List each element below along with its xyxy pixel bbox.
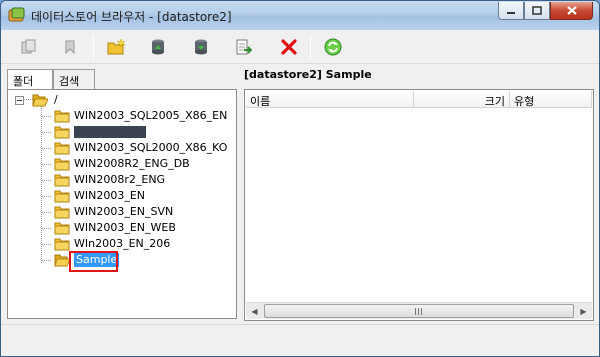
minimize-button[interactable]: [498, 2, 524, 20]
scroll-thumb[interactable]: [264, 304, 574, 318]
tree-root[interactable]: /: [8, 92, 208, 108]
delete-button[interactable]: [277, 35, 301, 59]
tree-item[interactable]: WIN2003_SQL2005_X86_EN: [8, 108, 230, 124]
file-list: 이름 크기 유형 ◀ ▶: [244, 89, 594, 321]
path-title: [datastore2] Sample: [244, 68, 372, 81]
close-button[interactable]: [550, 2, 593, 20]
tree-item[interactable]: WIN2003_EN_WEB: [8, 220, 230, 236]
column-size-label: 크기: [484, 95, 505, 108]
folder-icon: [54, 222, 70, 235]
new-folder-button[interactable]: [105, 35, 129, 59]
register-icon: [236, 39, 252, 55]
tab-search-label: 검색: [59, 75, 80, 88]
window-title: 데이터스토어 브라우저 - [datastore2]: [31, 10, 232, 24]
horizontal-scrollbar[interactable]: ◀ ▶: [246, 302, 592, 319]
upload-icon: [152, 39, 164, 55]
folder-icon: [54, 174, 70, 187]
title-bar[interactable]: 데이터스토어 브라우저 - [datastore2]: [1, 1, 599, 30]
tree-item-label: WIN2003_SQL2005_X86_EN: [74, 109, 228, 122]
tree-item[interactable]: [8, 124, 230, 140]
tree-item[interactable]: WIN2003_SQL2000_X86_KO: [8, 140, 230, 156]
download-button[interactable]: [189, 35, 213, 59]
toolbar: [1, 30, 599, 64]
tab-search[interactable]: 검색: [53, 69, 95, 89]
folder-tree: / WIN2003_SQL2005_X86_EN WIN2003_SQL2000_…: [7, 89, 237, 319]
folder-icon: [54, 110, 70, 123]
annotation-highlight: [69, 251, 118, 272]
redacted-label: [74, 126, 146, 138]
new-folder-icon: [107, 38, 126, 55]
register-button[interactable]: [231, 35, 255, 59]
scroll-left-icon[interactable]: ◀: [246, 303, 263, 319]
minimize-icon: [507, 11, 515, 14]
tree-root-label: /: [54, 93, 58, 106]
tree-item-label: WIN2003_EN_SVN: [74, 205, 174, 218]
folder-icon: [54, 206, 70, 219]
folder-icon: [54, 238, 70, 251]
back-icon: [65, 40, 75, 55]
app-icon: [8, 7, 25, 22]
folder-icon: [54, 190, 70, 203]
column-size[interactable]: 크기: [414, 91, 510, 108]
column-name[interactable]: 이름: [246, 91, 414, 108]
status-bar: [1, 324, 599, 356]
back-button[interactable]: [59, 35, 83, 59]
datastore-browser-window: 데이터스토어 브라우저 - [datastore2] 폴더 검색 / WIN20…: [0, 0, 600, 357]
column-type[interactable]: 유형: [510, 91, 592, 108]
tab-folder[interactable]: 폴더: [7, 69, 53, 91]
maximize-button[interactable]: [524, 2, 550, 20]
tree-item-label: WIN2003_SQL2000_X86_KO: [74, 141, 228, 154]
tree-item-label: WIn2003_EN_206: [74, 237, 171, 250]
delete-icon: [281, 39, 297, 55]
refresh-icon: [324, 38, 342, 56]
tree-item[interactable]: WIN2003_EN_SVN: [8, 204, 230, 220]
copy-icon: [21, 39, 36, 54]
tree-item-label: WIN2008R2_ENG_DB: [74, 157, 190, 170]
folder-open-icon: [32, 94, 48, 107]
maximize-icon: [532, 6, 542, 15]
tree-item-label: WIN2003_EN_WEB: [74, 221, 176, 234]
column-type-label: 유형: [514, 95, 535, 108]
close-icon: [566, 6, 577, 15]
collapse-toggle[interactable]: [15, 96, 24, 105]
tree-item-label: WIN2008r2_ENG: [74, 173, 166, 186]
tree-item[interactable]: WIN2008r2_ENG: [8, 172, 230, 188]
tree-item[interactable]: WIn2003_EN_206: [8, 236, 230, 252]
tab-folder-label: 폴더: [13, 75, 34, 88]
folder-icon: [54, 126, 70, 139]
upload-button[interactable]: [146, 35, 170, 59]
tree-item-label: WIN2003_EN: [74, 189, 146, 202]
tree-item[interactable]: Sample: [8, 252, 230, 268]
list-header: 이름 크기 유형: [246, 91, 592, 108]
tree-item[interactable]: WIN2008R2_ENG_DB: [8, 156, 230, 172]
tree-item[interactable]: WIN2003_EN: [8, 188, 230, 204]
scroll-right-icon[interactable]: ▶: [575, 303, 592, 319]
download-icon: [195, 39, 207, 55]
folder-icon: [54, 142, 70, 155]
refresh-button[interactable]: [321, 35, 345, 59]
folder-open-icon: [54, 254, 70, 267]
copy-button[interactable]: [17, 35, 41, 59]
folder-icon: [54, 158, 70, 171]
column-name-label: 이름: [250, 95, 271, 108]
